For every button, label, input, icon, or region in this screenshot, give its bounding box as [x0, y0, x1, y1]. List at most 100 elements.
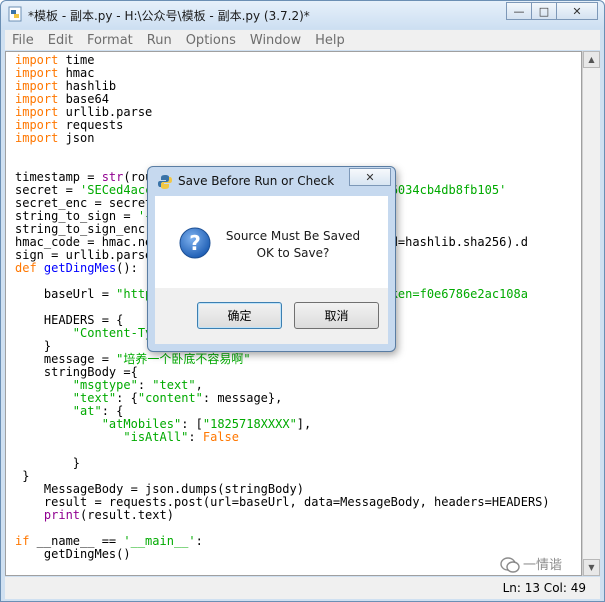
- menu-format[interactable]: Format: [80, 33, 140, 48]
- cursor-position: Ln: 13 Col: 49: [502, 581, 586, 595]
- code-token: import: [15, 92, 59, 106]
- code-line[interactable]: result = requests.post(url=baseUrl, data…: [15, 495, 550, 509]
- cancel-button[interactable]: 取消: [294, 302, 379, 329]
- code-token: }: [15, 339, 52, 353]
- code-token: "Content-Ty: [72, 326, 153, 340]
- code-line[interactable]: import time: [15, 53, 94, 67]
- ok-button[interactable]: 确定: [197, 302, 282, 329]
- code-token: time: [58, 53, 95, 67]
- code-token: :: [195, 534, 203, 548]
- code-line[interactable]: timestamp = str(rou: [15, 170, 152, 184]
- dialog-message-line1: Source Must Be Saved: [225, 229, 361, 243]
- menu-edit[interactable]: Edit: [41, 33, 80, 48]
- code-token: print: [43, 508, 81, 522]
- code-line[interactable]: MessageBody = json.dumps(stringBody): [15, 482, 304, 496]
- code-token: "at": [72, 404, 102, 418]
- code-line[interactable]: import hmac: [15, 66, 94, 80]
- code-token: "培养一个卧底不容易啊": [116, 352, 251, 366]
- scroll-down-button[interactable]: ▼: [583, 559, 600, 576]
- code-line[interactable]: stringBody ={: [15, 365, 138, 379]
- code-line[interactable]: }: [15, 469, 29, 483]
- code-token: secret =: [15, 183, 81, 197]
- code-line[interactable]: import urllib.parse: [15, 105, 152, 119]
- code-token: :: [137, 378, 153, 392]
- menu-help[interactable]: Help: [308, 33, 352, 48]
- minimize-button[interactable]: —: [506, 2, 532, 20]
- code-line[interactable]: import json: [15, 131, 94, 145]
- code-token: if: [15, 534, 30, 548]
- window-title: *模板 - 副本.py - H:\公众号\模板 - 副本.py (3.7.2)*: [28, 9, 310, 23]
- dialog-close-button[interactable]: ✕: [349, 168, 391, 186]
- code-token: str: [101, 170, 124, 184]
- code-line[interactable]: secret_enc = secret: [15, 196, 152, 210]
- code-token: :: [188, 430, 203, 444]
- code-line[interactable]: "atMobiles": ["1825718XXXX"],: [15, 417, 312, 431]
- dialog-title-bar[interactable]: Save Before Run or Check ✕: [148, 167, 395, 195]
- close-button[interactable]: ✕: [556, 2, 598, 20]
- code-token: string_to_sign =: [15, 209, 138, 223]
- code-token: ],: [296, 417, 312, 431]
- code-token: : message},: [202, 391, 283, 405]
- code-token: timestamp =: [15, 170, 102, 184]
- code-token: def: [15, 261, 37, 275]
- code-line[interactable]: getDingMes(): [15, 547, 131, 561]
- menu-options[interactable]: Options: [179, 33, 243, 48]
- svg-text:?: ?: [189, 231, 201, 255]
- code-line[interactable]: def getDingMes():: [15, 261, 138, 275]
- python-file-icon: [8, 6, 22, 22]
- code-token: import: [15, 53, 59, 67]
- code-line[interactable]: string_to_sign_enc: [15, 222, 145, 236]
- dialog-message: Source Must Be Saved OK to Save?: [213, 228, 373, 262]
- code-token: __name__ ==: [29, 534, 124, 548]
- code-line[interactable]: if __name__ == '__main__':: [15, 534, 203, 548]
- code-line[interactable]: }: [15, 339, 51, 353]
- code-token: sign = urllib.parse: [15, 248, 153, 262]
- code-line[interactable]: "isAtAll": False: [15, 430, 239, 444]
- code-line[interactable]: import base64: [15, 92, 109, 106]
- menu-file[interactable]: File: [5, 33, 41, 48]
- code-token: HEADERS = {: [15, 313, 124, 327]
- wechat-icon: [500, 557, 520, 573]
- watermark: 一情谐: [500, 554, 562, 574]
- code-token: : {: [101, 404, 124, 418]
- scroll-up-button[interactable]: ▲: [583, 51, 600, 68]
- code-token: import: [15, 118, 59, 132]
- code-line[interactable]: import hashlib: [15, 79, 116, 93]
- code-token: getDingMes: [43, 261, 117, 275]
- code-line[interactable]: "text": {"content": message},: [15, 391, 283, 405]
- code-token: baseUrl =: [15, 287, 117, 301]
- maximize-button[interactable]: □: [531, 2, 557, 20]
- arrow-up-icon: ▲: [588, 55, 595, 64]
- code-line[interactable]: "at": {: [15, 404, 124, 418]
- window-controls: — □ ✕: [506, 2, 598, 20]
- vertical-scrollbar[interactable]: ▲ ▼: [582, 51, 600, 576]
- code-line[interactable]: string_to_sign = '{: [15, 209, 152, 223]
- code-line[interactable]: message = "培养一个卧底不容易啊": [15, 352, 251, 366]
- code-line[interactable]: HEADERS = {: [15, 313, 123, 327]
- code-line[interactable]: "msgtype": "text",: [15, 378, 203, 392]
- dialog-message-line2: OK to Save?: [256, 246, 330, 260]
- code-token: MessageBody = json.dumps(stringBody): [15, 482, 304, 496]
- code-token: urllib.parse: [58, 105, 153, 119]
- code-line[interactable]: }: [15, 456, 80, 470]
- title-bar[interactable]: *模板 - 副本.py - H:\公众号\模板 - 副本.py (3.7.2)*…: [1, 1, 604, 29]
- code-line[interactable]: print(result.text): [15, 508, 174, 522]
- watermark-text: 一情谐: [522, 557, 562, 573]
- code-line[interactable]: import requests: [15, 118, 123, 132]
- code-token: 'SECed4acc: [80, 183, 153, 197]
- code-token: string_to_sign_enc: [15, 222, 146, 236]
- code-token: ():: [116, 261, 138, 275]
- code-token: import: [15, 66, 59, 80]
- menu-bar: File Edit Format Run Options Window Help: [5, 30, 600, 50]
- code-token: getDingMes(): [15, 547, 131, 561]
- menu-window[interactable]: Window: [243, 33, 308, 48]
- dialog-body: ? Source Must Be Saved OK to Save?: [155, 196, 388, 288]
- menu-run[interactable]: Run: [140, 33, 179, 48]
